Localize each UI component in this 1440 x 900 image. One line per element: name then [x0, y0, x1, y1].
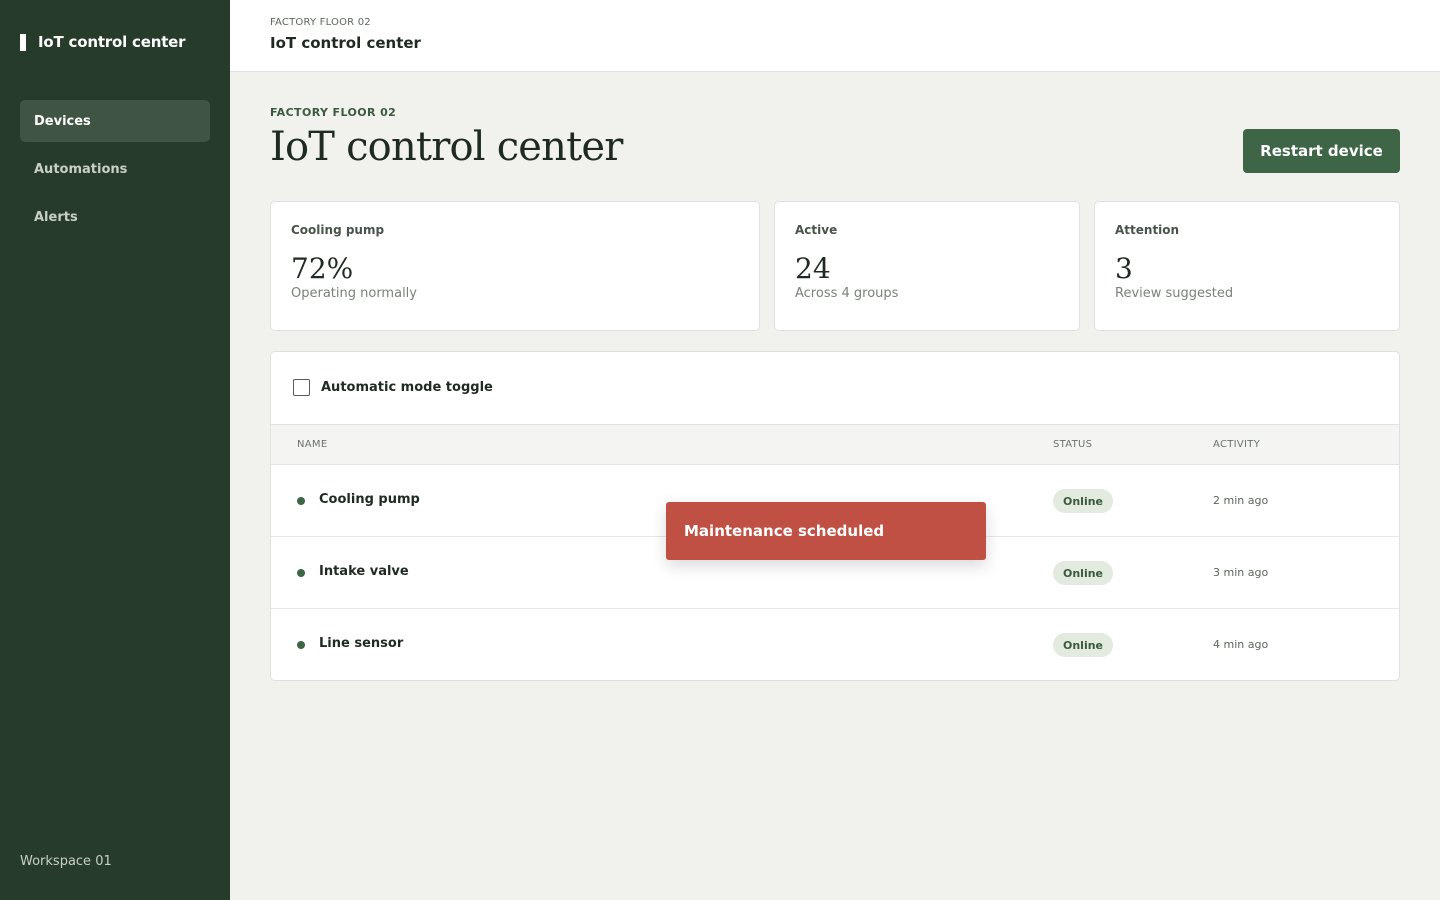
- status-badge: Online: [1053, 489, 1114, 513]
- stat-value: 24: [795, 252, 831, 285]
- automatic-mode-checkbox[interactable]: [293, 379, 310, 396]
- stat-card-cooling-pump: Cooling pump 72% Operating normally: [270, 201, 760, 331]
- page-title: IoT control center: [270, 124, 623, 170]
- stat-label: Attention: [1115, 223, 1180, 237]
- column-header-activity: ACTIVITY: [1213, 439, 1261, 450]
- activity-time: 2 min ago: [1213, 494, 1269, 507]
- stat-subtext: Review suggested: [1115, 286, 1234, 301]
- automatic-mode-label[interactable]: Automatic mode toggle: [321, 380, 493, 395]
- table-header: NAME STATUS ACTIVITY: [271, 424, 1399, 465]
- topbar-title: IoT control center: [270, 34, 421, 52]
- stat-subtext: Across 4 groups: [795, 286, 899, 301]
- sidebar-item-alerts[interactable]: Alerts: [20, 196, 210, 238]
- restart-device-button[interactable]: Restart device: [1243, 129, 1400, 173]
- topbar-eyebrow: FACTORY FLOOR 02: [270, 17, 371, 28]
- brand: IoT control center: [20, 32, 186, 52]
- sidebar-item-devices[interactable]: Devices: [20, 100, 210, 142]
- activity-time: 3 min ago: [1213, 566, 1269, 579]
- sidebar: IoT control center Devices Automations A…: [0, 0, 230, 900]
- stat-value: 72%: [291, 252, 354, 285]
- column-header-status: STATUS: [1053, 439, 1093, 450]
- brand-logo-icon: [20, 33, 26, 51]
- device-name: Intake valve: [319, 564, 409, 579]
- stats-row: Cooling pump 72% Operating normally Acti…: [270, 201, 1400, 331]
- brand-title: IoT control center: [38, 33, 186, 51]
- column-header-name: NAME: [297, 439, 328, 450]
- status-badge: Online: [1053, 561, 1114, 585]
- status-dot-icon: [297, 641, 305, 649]
- stat-value: 3: [1115, 252, 1133, 285]
- topbar: FACTORY FLOOR 02 IoT control center: [230, 0, 1440, 72]
- stat-label: Cooling pump: [291, 223, 385, 237]
- table-row[interactable]: Line sensor Online 4 min ago: [271, 609, 1399, 680]
- stat-label: Active: [795, 223, 838, 237]
- automatic-mode-toggle[interactable]: Automatic mode toggle: [293, 379, 493, 396]
- status-dot-icon: [297, 497, 305, 505]
- toast-notification[interactable]: Maintenance scheduled: [666, 502, 986, 560]
- sidebar-nav: Devices Automations Alerts: [20, 100, 210, 244]
- status-dot-icon: [297, 569, 305, 577]
- page-eyebrow: FACTORY FLOOR 02: [270, 106, 397, 119]
- stat-card-active: Active 24 Across 4 groups: [774, 201, 1080, 331]
- device-name: Cooling pump: [319, 492, 420, 507]
- status-badge: Online: [1053, 633, 1114, 657]
- device-name: Line sensor: [319, 636, 404, 651]
- sidebar-item-automations[interactable]: Automations: [20, 148, 210, 190]
- stat-card-attention: Attention 3 Review suggested: [1094, 201, 1400, 331]
- stat-subtext: Operating normally: [291, 286, 417, 301]
- activity-time: 4 min ago: [1213, 638, 1269, 651]
- workspace-label[interactable]: Workspace 01: [20, 854, 112, 869]
